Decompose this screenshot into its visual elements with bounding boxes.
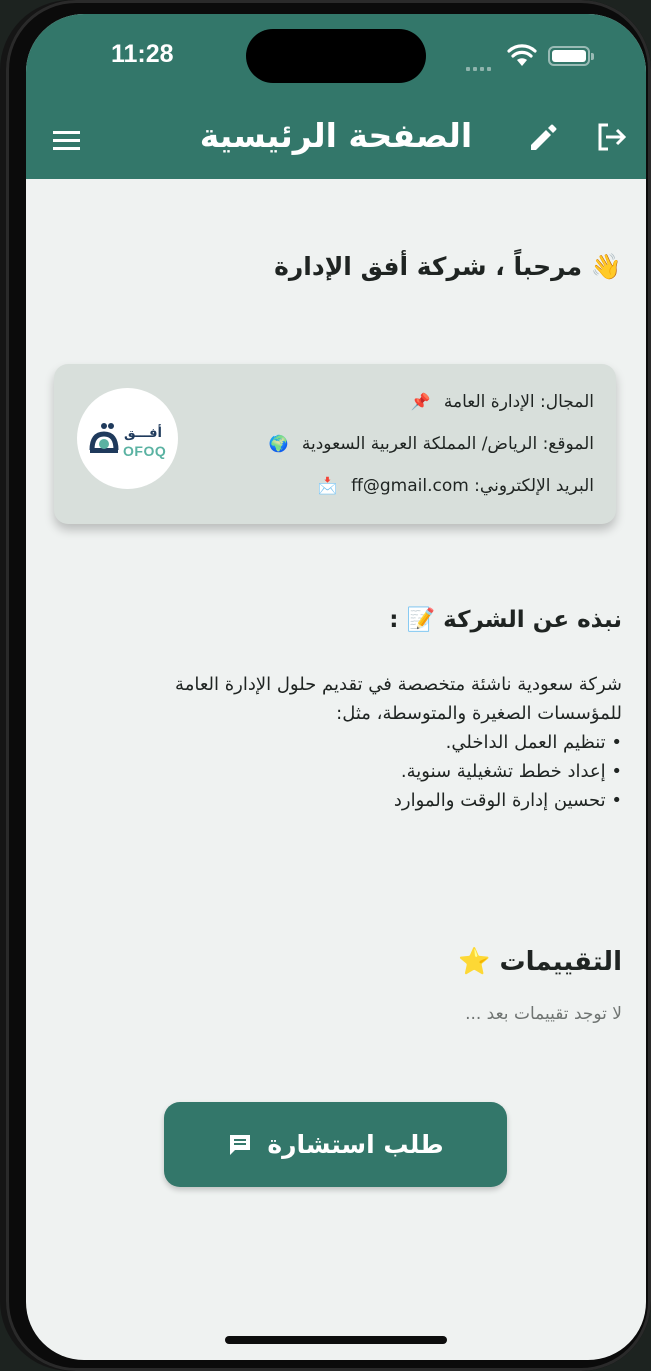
phone-bezel: 11:28 الصفحة الرئيسية 👋 مرحباً ، شركة أف… [6, 0, 651, 1371]
wifi-icon [507, 44, 537, 66]
edit-pencil-icon[interactable] [526, 120, 560, 154]
memo-icon: 📝 [406, 607, 436, 633]
company-logo: أفـــق OFOQ [77, 388, 178, 489]
home-indicator[interactable] [225, 1336, 447, 1344]
about-line: للمؤسسات الصغيرة والمتوسطة، مثل: [336, 703, 622, 724]
globe-icon: 🌍 [268, 434, 289, 453]
company-email: البريد الإلكتروني: ff@gmail.com 📩 [318, 476, 594, 496]
about-description: شركة سعودية ناشئة متخصصة في تقديم حلول ا… [52, 670, 622, 815]
app-screen: 11:28 الصفحة الرئيسية 👋 مرحباً ، شركة أف… [26, 14, 646, 1360]
ofoq-logo-mark-icon [89, 423, 119, 453]
reviews-heading: التقييمات ⭐ [458, 947, 622, 977]
about-title-text: نبذه عن الشركة [443, 607, 622, 633]
pushpin-icon: 📌 [410, 392, 431, 411]
logout-icon[interactable] [594, 120, 628, 154]
logo-arabic-text: أفـــق [124, 426, 163, 441]
cellular-signal-icon [466, 56, 494, 75]
phone-device: 11:28 الصفحة الرئيسية 👋 مرحباً ، شركة أف… [0, 0, 651, 1371]
company-location-text: الموقع: الرياض/ المملكة العربية السعودية [301, 434, 594, 454]
about-title-suffix: : [389, 607, 399, 633]
company-email-text: البريد الإلكتروني: ff@gmail.com [351, 476, 594, 496]
about-bullet: • تنظيم العمل الداخلي. [445, 732, 622, 753]
company-field-text: المجال: الإدارة العامة [443, 392, 594, 412]
consult-button-label: طلب استشارة [267, 1130, 444, 1159]
chat-message-icon [230, 1134, 251, 1155]
welcome-heading: 👋 مرحباً ، شركة أفق الإدارة [274, 252, 622, 282]
logo-latin-text: OFOQ [123, 443, 167, 459]
about-line: شركة سعودية ناشئة متخصصة في تقديم حلول ا… [175, 674, 622, 695]
envelope-icon: 📩 [317, 476, 338, 495]
welcome-text: مرحباً ، شركة أفق الإدارة [274, 252, 583, 281]
battery-icon [548, 46, 594, 66]
status-time: 11:28 [111, 40, 174, 68]
reviews-title-text: التقييمات [499, 947, 622, 977]
about-bullet: • تحسين إدارة الوقت والموارد [393, 790, 622, 811]
star-icon: ⭐ [458, 947, 491, 977]
dynamic-island [246, 29, 426, 83]
request-consultation-button[interactable]: طلب استشارة [164, 1102, 507, 1187]
company-field: المجال: الإدارة العامة 📌 [411, 392, 594, 412]
wave-emoji-icon: 👋 [590, 252, 622, 281]
about-heading: نبذه عن الشركة 📝 : [389, 606, 622, 633]
about-bullet: • إعداد خطط تشغيلية سنوية. [400, 761, 622, 782]
app-header: 11:28 الصفحة الرئيسية [26, 14, 646, 179]
company-location: الموقع: الرياض/ المملكة العربية السعودية… [269, 434, 594, 454]
company-info-card: أفـــق OFOQ المجال: الإدارة العامة 📌 الم… [54, 364, 616, 524]
no-reviews-text: لا توجد تقييمات بعد ... [465, 1004, 622, 1024]
